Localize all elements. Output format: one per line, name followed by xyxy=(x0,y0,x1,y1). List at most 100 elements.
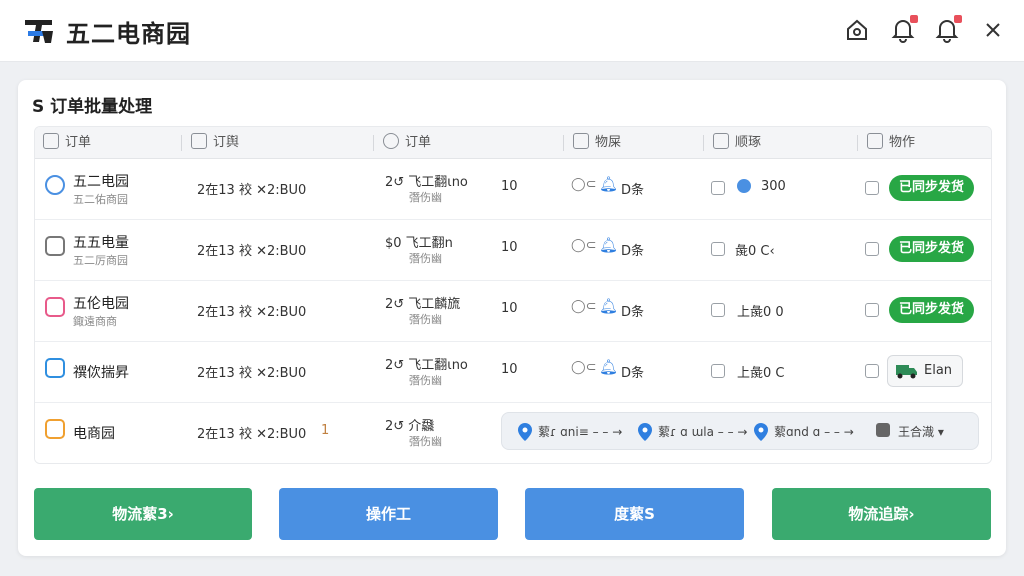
shop-subtitle: 鋷遠商商 xyxy=(73,315,117,328)
coin-icon xyxy=(737,179,751,193)
column-header[interactable]: 订单 xyxy=(373,127,431,159)
toggle-icon[interactable]: ◯⊂ xyxy=(571,238,596,253)
amount: 上彘0 0 xyxy=(737,305,784,320)
order-number: 2↺ 飞工麟旒 xyxy=(385,297,461,312)
shop-icon xyxy=(45,419,65,439)
order-time: 2在13 䘨 ✕2:BU0 xyxy=(197,183,307,198)
toggle-icon[interactable]: ◯⊂ xyxy=(571,177,596,192)
table-row[interactable]: 五二电园 五二佑商园 2在13 䘨 ✕2:BU0 2↺ 飞工翻ɩno 㣅伤幽 1… xyxy=(35,159,991,220)
shop-subtitle: 五二佑商园 xyxy=(73,193,128,206)
package-icon xyxy=(573,133,589,149)
shop-icon xyxy=(45,358,65,378)
operation-button[interactable]: 操作工 xyxy=(279,488,498,540)
status-badge[interactable]: 已同步发货 xyxy=(889,297,975,323)
bell-icon: 🔔︎ xyxy=(599,236,619,254)
row-checkbox[interactable] xyxy=(711,181,725,195)
quantity: 10 xyxy=(501,179,518,194)
location-pin-icon xyxy=(754,423,768,441)
app-logo xyxy=(22,16,56,46)
amount: 300 xyxy=(761,179,786,194)
progress-button[interactable]: 度蕠S xyxy=(525,488,744,540)
orders-table: 订单 订舆 订单 物屎 顺琢 物作 五二电园 五二佑商园 2在13 䘨 ✕2:B… xyxy=(34,126,992,464)
shop-icon xyxy=(45,297,65,317)
order-time: 2在13 䘨 ✕2:BU0 xyxy=(197,427,307,442)
order-subtext: 㣅伤幽 xyxy=(409,313,442,326)
app-title: 五二电商园 xyxy=(66,20,191,48)
notification-badge xyxy=(909,14,919,24)
quantity: 1 xyxy=(321,423,330,438)
status-badge[interactable]: 已同步发货 xyxy=(889,236,975,262)
logistics-text: D条 xyxy=(621,183,645,198)
order-batch-panel: S 订单批量处理 订单 订舆 订单 物屎 顺琢 物作 五二电园 五二佑商园 2在… xyxy=(18,80,1006,556)
shipping-button[interactable]: Elan xyxy=(887,355,964,387)
card-icon xyxy=(713,133,729,149)
row-checkbox[interactable] xyxy=(711,303,725,317)
table-row[interactable]: 五伦电园 鋷遠商商 2在13 䘨 ✕2:BU0 2↺ 飞工麟旒 㣅伤幽 10 ◯… xyxy=(35,281,991,342)
shop-icon xyxy=(45,236,65,256)
logistics-tracking-bar[interactable]: 蕠ɾ ɑni≡ – – → 蕠ɾ ɑ ɯla – – → 蕠ɑnd ɑ – – … xyxy=(501,412,979,450)
order-time: 2在13 䘨 ✕2:BU0 xyxy=(197,305,307,320)
track-step: 蕠ɑnd ɑ – – → xyxy=(774,425,854,439)
panel-title: S 订单批量处理 xyxy=(32,97,153,117)
bell-icon: 🔔︎ xyxy=(599,297,619,315)
notification-bell-icon[interactable] xyxy=(890,14,919,43)
shop-name: 五五电量 xyxy=(73,235,129,251)
order-icon xyxy=(43,133,59,149)
order-time: 2在13 䘨 ✕2:BU0 xyxy=(197,244,307,259)
order-number: $0 飞工翻n xyxy=(385,236,453,251)
shipping-label: Elan xyxy=(924,363,953,378)
column-header[interactable]: 订单 xyxy=(43,127,91,159)
order-time: 2在13 䘨 ✕2:BU0 xyxy=(197,366,307,381)
track-step: 蕠ɾ ɑni≡ – – → xyxy=(538,425,623,439)
warehouse-icon xyxy=(876,423,890,437)
tracking-button[interactable]: 物流追踪› xyxy=(772,488,991,540)
alert-bell-icon[interactable] xyxy=(934,14,963,43)
shop-icon xyxy=(45,175,65,195)
truck-icon xyxy=(896,365,917,379)
document-icon xyxy=(191,133,207,149)
table-row[interactable]: 禩佽揣昇 2在13 䘨 ✕2:BU0 2↺ 飞工翻ɩno 㣅伤幽 10 ◯⊂ 🔔… xyxy=(35,342,991,403)
shop-name: 禩佽揣昇 xyxy=(73,365,129,381)
bell-icon: 🔔︎ xyxy=(599,358,619,376)
shop-name: 电商园 xyxy=(73,426,115,442)
row-checkbox[interactable] xyxy=(711,242,725,256)
order-number: 2↺ 介飝 xyxy=(385,419,435,434)
home-icon[interactable] xyxy=(844,17,870,43)
toggle-icon[interactable]: ◯⊂ xyxy=(571,360,596,375)
order-subtext: 㣅伤幽 xyxy=(409,191,442,204)
status-checkbox[interactable] xyxy=(865,303,879,317)
status-checkbox[interactable] xyxy=(865,242,879,256)
column-header[interactable]: 订舆 xyxy=(181,127,239,159)
close-icon[interactable] xyxy=(980,17,1006,43)
quantity: 10 xyxy=(501,301,518,316)
track-step: 蕠ɾ ɑ ɯla – – → xyxy=(658,425,748,439)
column-header[interactable]: 物屎 xyxy=(563,127,621,159)
order-subtext: 㣅伤幽 xyxy=(409,374,442,387)
amount: 上彘0 C xyxy=(737,366,785,381)
logistics-button[interactable]: 物流蕠3› xyxy=(34,488,252,540)
column-header[interactable]: 物作 xyxy=(857,127,915,159)
top-bar: 五二电商园 xyxy=(0,0,1024,62)
table-row[interactable]: 五五电量 五二厉商园 2在13 䘨 ✕2:BU0 $0 飞工翻n 㣅伤幽 10 … xyxy=(35,220,991,281)
shop-name: 五二电园 xyxy=(73,174,129,190)
shop-subtitle: 五二厉商园 xyxy=(73,254,128,267)
order-subtext: 㣅伤幽 xyxy=(409,435,442,448)
table-row[interactable]: 电商园 2在13 䘨 ✕2:BU0 1 2↺ 介飝 㣅伤幽 蕠ɾ ɑni≡ – … xyxy=(35,403,991,463)
location-pin-icon xyxy=(518,423,532,441)
status-checkbox[interactable] xyxy=(865,181,879,195)
quantity: 10 xyxy=(501,362,518,377)
status-badge[interactable]: 已同步发货 xyxy=(889,175,975,201)
clock-icon xyxy=(383,133,399,149)
logistics-text: D条 xyxy=(621,244,645,259)
logistics-text: D条 xyxy=(621,366,645,381)
column-header[interactable]: 顺琢 xyxy=(703,127,761,159)
track-destination[interactable]: 王合渽 ▾ xyxy=(898,423,944,440)
row-checkbox[interactable] xyxy=(711,364,725,378)
bell-icon: 🔔︎ xyxy=(599,175,619,193)
shop-name: 五伦电园 xyxy=(73,296,129,312)
toggle-icon[interactable]: ◯⊂ xyxy=(571,299,596,314)
alert-badge xyxy=(953,14,963,24)
status-checkbox[interactable] xyxy=(865,364,879,378)
order-number: 2↺ 飞工翻ɩno xyxy=(385,358,468,373)
order-number: 2↺ 飞工翻ɩno xyxy=(385,175,468,190)
